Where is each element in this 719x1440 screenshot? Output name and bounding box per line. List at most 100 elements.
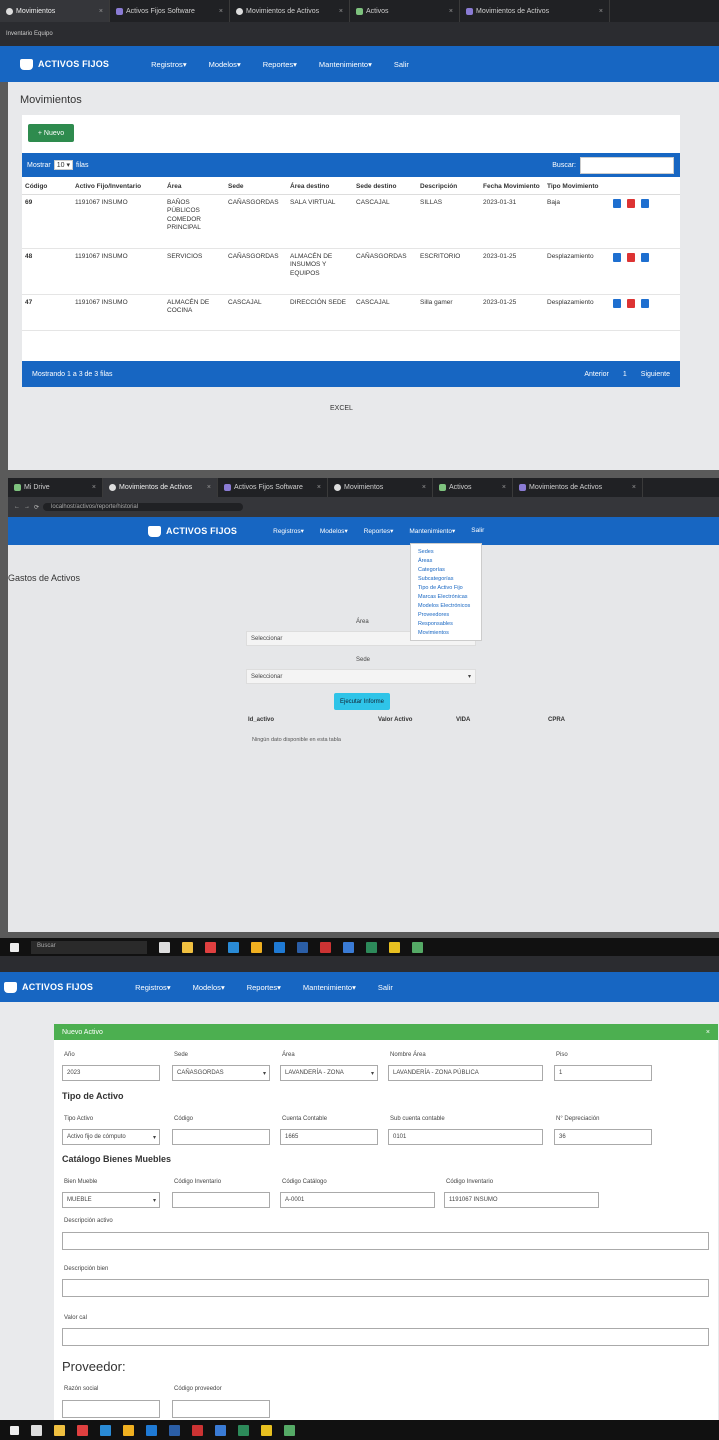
bien-mueble-select[interactable]: MUEBLE ▾ — [62, 1192, 160, 1208]
codigo-inventario-field[interactable] — [172, 1192, 270, 1208]
close-icon[interactable]: × — [706, 1029, 718, 1036]
cuenta-contable-field[interactable]: 1665 — [280, 1129, 378, 1145]
col-header[interactable]: Descripción — [417, 179, 480, 195]
depreciacion-field[interactable]: 36 — [554, 1129, 652, 1145]
app-icon[interactable] — [284, 1424, 295, 1436]
view-icon[interactable] — [641, 299, 649, 308]
valor-field[interactable] — [62, 1328, 709, 1346]
browser-tab[interactable]: Movimientos de Activos × — [513, 478, 643, 497]
col-header[interactable]: Área — [164, 179, 225, 195]
app-icon[interactable] — [169, 1424, 180, 1436]
nav-salir[interactable]: Salir — [394, 60, 409, 69]
brand[interactable]: ACTIVOS FIJOS — [4, 981, 93, 993]
dropdown-item[interactable]: Subcategorías — [411, 574, 481, 583]
edit-icon[interactable] — [613, 299, 621, 308]
col-header[interactable]: Activo Fijo/Inventario — [72, 179, 164, 195]
area-select[interactable]: LAVANDERÍA - ZONA ▾ — [280, 1065, 378, 1081]
browser-tab[interactable]: Mi Drive × — [8, 478, 103, 497]
app-icon[interactable] — [238, 1424, 249, 1436]
prev-button[interactable]: Anterior — [584, 371, 609, 378]
dropdown-item[interactable]: Proveedores — [411, 610, 481, 619]
browser-tab[interactable]: Movimientos de Activos × — [460, 0, 610, 22]
dropdown-item[interactable]: Modelos Electrónicos — [411, 601, 481, 610]
vscode-icon[interactable] — [146, 1424, 157, 1436]
windows-start-icon[interactable] — [10, 1425, 19, 1435]
close-icon[interactable]: × — [335, 8, 343, 15]
codigo-field[interactable] — [172, 1129, 270, 1145]
close-icon[interactable]: × — [88, 484, 96, 491]
view-icon[interactable] — [641, 253, 649, 262]
sede-select[interactable]: Seleccionar ▾ — [246, 669, 476, 684]
edge-icon[interactable] — [228, 941, 239, 953]
close-icon[interactable]: × — [498, 484, 506, 491]
col-header[interactable]: Tipo Movimiento — [544, 179, 610, 195]
col-header[interactable]: Sede destino — [353, 179, 417, 195]
nav-modelos[interactable]: Modelos▾ — [193, 983, 225, 992]
nav-registros[interactable]: Registros▾ — [151, 60, 186, 69]
nav-modelos[interactable]: Modelos▾ — [320, 527, 348, 535]
subcuenta-field[interactable]: 0101 — [388, 1129, 543, 1145]
close-icon[interactable]: × — [95, 8, 103, 15]
descripcion-activo-field[interactable] — [62, 1232, 709, 1250]
close-icon[interactable]: × — [203, 484, 211, 491]
nav-reportes[interactable]: Reportes▾ — [247, 983, 281, 992]
delete-icon[interactable] — [627, 253, 635, 262]
app-icon[interactable] — [261, 1424, 272, 1436]
chrome-icon[interactable] — [77, 1424, 88, 1436]
col-header[interactable]: Área destino — [287, 179, 353, 195]
nav-salir[interactable]: Salir — [471, 527, 484, 535]
dropdown-item[interactable]: Movimientos — [411, 628, 481, 637]
edit-icon[interactable] — [613, 199, 621, 208]
descripcion-bien-field[interactable] — [62, 1279, 709, 1297]
nav-mantenimiento[interactable]: Mantenimiento▾ — [319, 60, 372, 69]
excel-link[interactable]: EXCEL — [330, 405, 353, 412]
browser-tab[interactable]: Activos × — [433, 478, 513, 497]
app-icon[interactable] — [192, 1424, 203, 1436]
bookmark-item[interactable]: Inventario Equipo — [6, 31, 53, 37]
taskview-icon[interactable] — [159, 941, 170, 953]
app-icon[interactable] — [366, 941, 377, 953]
delete-icon[interactable] — [627, 299, 635, 308]
back-icon[interactable]: ← — [14, 504, 20, 510]
piso-field[interactable]: 1 — [554, 1065, 652, 1081]
browser-tab[interactable]: Movimientos × — [0, 0, 110, 22]
browser-tab[interactable]: Activos Fijos Software × — [110, 0, 230, 22]
taskview-icon[interactable] — [31, 1424, 42, 1436]
app-icon[interactable] — [389, 941, 400, 953]
nav-registros[interactable]: Registros▾ — [135, 983, 170, 992]
codigo-inventario2-field[interactable]: 1191067 INSUMO — [444, 1192, 599, 1208]
codigo-proveedor-field[interactable] — [172, 1400, 270, 1418]
forward-icon[interactable]: → — [24, 504, 30, 510]
app-icon[interactable] — [343, 941, 354, 953]
close-icon[interactable]: × — [628, 484, 636, 491]
app-icon[interactable] — [251, 941, 262, 953]
nombre-area-field[interactable]: LAVANDERÍA - ZONA PÚBLICA — [388, 1065, 543, 1081]
dropdown-item[interactable]: Marcas Electrónicas — [411, 592, 481, 601]
edge-icon[interactable] — [100, 1424, 111, 1436]
codigo-catalogo-field[interactable]: A-0001 — [280, 1192, 435, 1208]
browser-tab[interactable]: Movimientos de Activos × — [230, 0, 350, 22]
next-button[interactable]: Siguiente — [641, 371, 670, 378]
brand[interactable]: ACTIVOS FIJOS — [148, 525, 237, 537]
dropdown-item[interactable]: Áreas — [411, 556, 481, 565]
app-icon[interactable] — [412, 941, 423, 953]
close-icon[interactable]: × — [445, 8, 453, 15]
edit-icon[interactable] — [613, 253, 621, 262]
page-size-select[interactable]: 10 ▾ — [53, 160, 73, 170]
browser-tab[interactable]: Activos Fijos Software × — [218, 478, 328, 497]
tipo-activo-select[interactable]: Activo fijo de cómputo ▾ — [62, 1129, 160, 1145]
razon-social-field[interactable] — [62, 1400, 160, 1418]
vscode-icon[interactable] — [274, 941, 285, 953]
dropdown-item[interactable]: Tipo de Activo Fijo — [411, 583, 481, 592]
browser-tab[interactable]: Movimientos de Activos × — [103, 478, 218, 497]
browser-tab[interactable]: Movimientos × — [328, 478, 433, 497]
explorer-icon[interactable] — [182, 941, 193, 953]
run-report-button[interactable]: Ejecutar Informe — [334, 693, 390, 710]
explorer-icon[interactable] — [54, 1424, 65, 1436]
chrome-icon[interactable] — [205, 941, 216, 953]
nav-modelos[interactable]: Modelos▾ — [209, 60, 241, 69]
close-icon[interactable]: × — [595, 8, 603, 15]
reload-icon[interactable]: ⟳ — [34, 504, 39, 511]
anio-field[interactable]: 2023 — [62, 1065, 160, 1081]
nav-reportes[interactable]: Reportes▾ — [263, 60, 297, 69]
